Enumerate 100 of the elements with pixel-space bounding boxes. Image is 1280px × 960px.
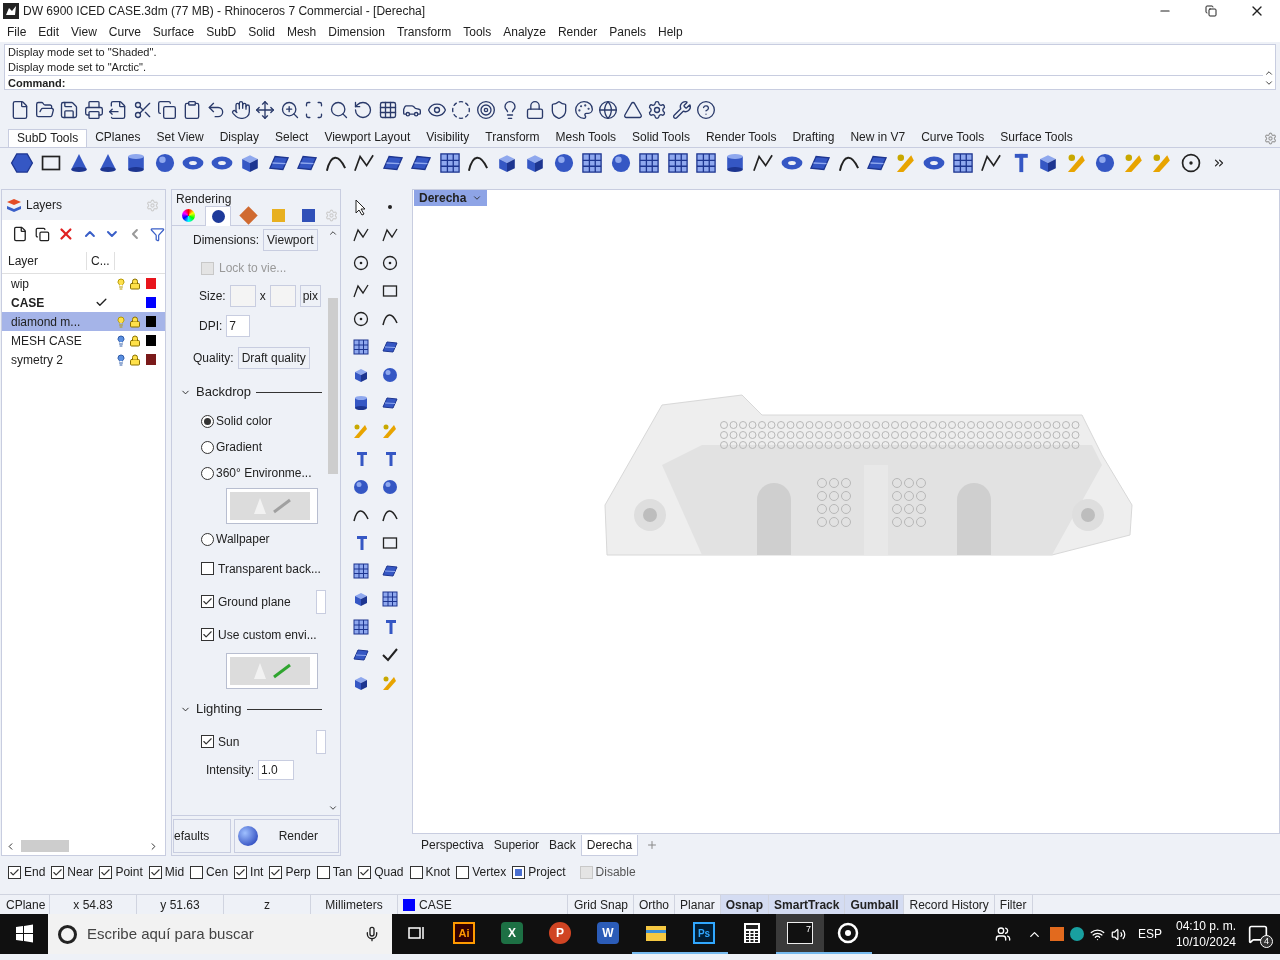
clock-date[interactable]: 10/10/2024 — [1175, 934, 1236, 950]
cut-icon[interactable] — [132, 100, 153, 120]
dpi-spinner[interactable]: 7 — [226, 315, 251, 337]
layer-color-swatch[interactable] — [146, 354, 156, 365]
unit-dropdown[interactable]: pix — [299, 285, 322, 307]
target-icon[interactable] — [475, 100, 496, 120]
checkbox[interactable] — [201, 628, 214, 641]
layer-row[interactable]: MESH CASE — [2, 331, 165, 350]
toolbar-tab[interactable]: Curve Tools — [913, 129, 993, 147]
layer-row[interactable]: CASE — [2, 293, 165, 312]
toolbar-tab[interactable]: Drafting — [784, 129, 843, 147]
menu-item[interactable]: File — [1, 23, 33, 41]
menu-item[interactable]: Render — [551, 23, 604, 41]
checkbox[interactable] — [269, 865, 283, 879]
viewport-tab[interactable]: Superior — [488, 834, 545, 856]
sphere-icon[interactable] — [351, 477, 371, 497]
layer-color-swatch[interactable] — [146, 316, 156, 327]
grid-icon[interactable] — [351, 561, 371, 581]
toolbar-tab[interactable]: Render Tools — [697, 129, 785, 147]
printer-icon[interactable] — [83, 100, 104, 120]
undo-icon[interactable] — [206, 100, 226, 120]
checkbox[interactable] — [234, 865, 248, 879]
photoshop-app-icon[interactable]: Ps — [693, 922, 715, 944]
palette-icon[interactable] — [573, 100, 594, 120]
layer-color-swatch[interactable] — [146, 335, 156, 346]
toolbar-tab[interactable]: SubD Tools — [8, 129, 88, 147]
rotate-icon[interactable] — [353, 100, 373, 120]
quality-dropdown[interactable]: Draft quality — [237, 347, 310, 369]
microphone-icon[interactable] — [364, 926, 380, 942]
checkbox[interactable] — [148, 865, 162, 879]
hand-icon[interactable] — [230, 100, 251, 120]
scroll-up-icon[interactable] — [328, 228, 338, 238]
lock-icon[interactable] — [129, 353, 141, 366]
lock-icon[interactable] — [129, 277, 141, 290]
layer-row[interactable]: wip — [2, 274, 165, 293]
tray-app-icon[interactable] — [1049, 927, 1064, 941]
toolbar-tab[interactable]: Select — [267, 129, 317, 147]
layer-row[interactable]: diamond m... — [2, 312, 165, 331]
network-icon[interactable] — [1089, 926, 1105, 942]
caret-icon[interactable] — [472, 193, 483, 203]
menu-item[interactable]: Analyze — [497, 23, 552, 41]
record-app-icon[interactable] — [837, 922, 859, 944]
toolbar-tab[interactable]: Transform — [477, 129, 548, 147]
dashed-circle-icon[interactable] — [451, 100, 471, 120]
lock-icon[interactable] — [129, 334, 141, 347]
status-toggle[interactable]: Osnap — [720, 895, 770, 914]
scroll-down-icon[interactable] — [1264, 78, 1274, 88]
calculator-app-icon[interactable] — [743, 922, 761, 944]
viewport-tab[interactable]: Back — [544, 834, 581, 856]
lock-icon[interactable] — [524, 100, 545, 120]
copy-icon[interactable] — [34, 226, 50, 242]
menu-item[interactable]: Transform — [390, 23, 458, 41]
grid-icon[interactable] — [351, 337, 371, 357]
grid-icon[interactable] — [380, 589, 400, 609]
illustrator-app-icon[interactable]: Ai — [453, 922, 475, 944]
word-app-icon[interactable]: W — [597, 922, 619, 944]
scroll-up-icon[interactable] — [1264, 68, 1274, 78]
checkbox[interactable] — [201, 595, 214, 608]
sphere-icon[interactable] — [380, 477, 400, 497]
panel-tab[interactable] — [205, 205, 231, 226]
scroll-down-icon[interactable] — [328, 803, 338, 813]
menu-item[interactable]: Dimension — [322, 23, 391, 41]
toolbar-tab[interactable]: CPlanes — [87, 129, 149, 147]
settings-icon[interactable] — [647, 100, 667, 120]
radio-button[interactable] — [201, 532, 214, 546]
powerpoint-app-icon[interactable]: P — [549, 922, 571, 944]
menu-item[interactable]: View — [65, 23, 103, 41]
menu-item[interactable]: Solid — [242, 23, 281, 41]
toolbar-tab[interactable]: Viewport Layout — [316, 129, 419, 147]
toolbar-tab[interactable]: Solid Tools — [624, 129, 698, 147]
grid-icon[interactable] — [351, 617, 371, 637]
menu-item[interactable]: Mesh — [280, 23, 323, 41]
zoom-window-icon[interactable] — [304, 100, 324, 120]
help-icon[interactable] — [696, 100, 716, 120]
lightbulb-icon[interactable] — [115, 353, 127, 366]
menu-item[interactable]: Edit — [32, 23, 66, 41]
panel-tab[interactable]: Layers — [26, 196, 63, 214]
clock-time[interactable]: 04:10 p. m. — [1175, 918, 1236, 934]
layer-row[interactable]: symetry 2 — [2, 350, 165, 369]
triangle-icon[interactable] — [622, 100, 643, 120]
checkbox[interactable] — [201, 735, 214, 748]
ring-icon[interactable] — [380, 253, 400, 273]
checkbox[interactable] — [316, 865, 330, 879]
copy-icon[interactable] — [157, 100, 177, 120]
language-indicator[interactable]: ESP — [1137, 925, 1162, 943]
people-icon[interactable] — [994, 926, 1011, 942]
checkbox[interactable] — [409, 865, 423, 879]
zoom-in-icon[interactable] — [279, 100, 300, 120]
folder-app-icon[interactable] — [645, 923, 667, 943]
grid-icon[interactable] — [377, 100, 398, 120]
sphere-icon[interactable] — [380, 365, 400, 385]
lightbulb-icon[interactable] — [115, 334, 127, 347]
defaults-button[interactable]: efaults — [173, 818, 231, 853]
render-button[interactable]: Render — [234, 818, 339, 853]
shield-icon[interactable] — [549, 100, 569, 120]
toolbar-tab[interactable]: Display — [211, 129, 267, 147]
wrench-icon[interactable] — [671, 100, 692, 120]
menu-item[interactable]: Panels — [603, 23, 652, 41]
tray-app-icon[interactable] — [1069, 927, 1084, 941]
radio-button[interactable] — [201, 466, 214, 480]
